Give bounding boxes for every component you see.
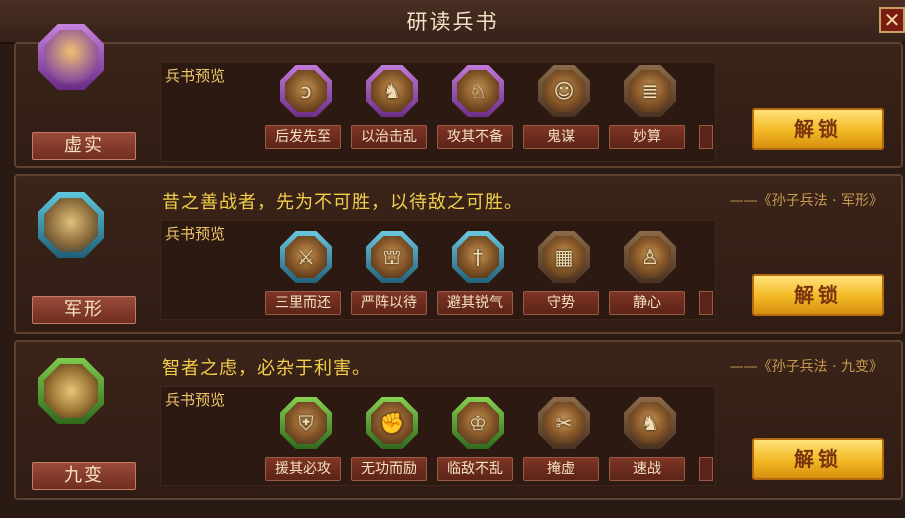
preview-label: 兵书预览 [165, 225, 226, 243]
book-panel-jiubian: 九变 智者之虑，必杂于利害。 ——《孙子兵法 · 九变》 兵书预览 ⛨ 援其必攻… [14, 340, 903, 500]
sword-icon: † [452, 231, 504, 283]
close-button[interactable]: ✕ [879, 7, 905, 33]
skill-preview-area: 兵书预览 ↄ 后发先至 ♞ 以治击乱 ♘ 攻其不备 ☺ 鬼谋 ≣ 妙算 [160, 62, 716, 162]
skill-card[interactable]: ↄ 后发先至 [265, 63, 347, 155]
skill-name: 后发先至 [265, 125, 341, 149]
skill-card[interactable]: ▦ 守势 [523, 229, 605, 321]
book-name: 九变 [32, 462, 136, 490]
skill-card[interactable]: ♔ 临敌不乱 [437, 395, 519, 487]
skill-name: 速战 [609, 457, 685, 481]
fortress-icon: ▦ [538, 231, 590, 283]
strategist-icon: ☺ [538, 65, 590, 117]
skill-name: 妙算 [609, 125, 685, 149]
skill-name: 三里而还 [265, 291, 341, 315]
book-name: 军形 [32, 296, 136, 324]
more-skills-tab[interactable] [699, 457, 713, 481]
spear-icon: ⚔ [280, 231, 332, 283]
skill-preview-area: 兵书预览 ⛨ 援其必攻 ✊ 无功而励 ♔ 临敌不乱 ✂ 掩虚 ♞ 速战 [160, 386, 716, 486]
quote-source: ——《孙子兵法 · 九变》 [729, 359, 883, 375]
skill-card[interactable]: ♙ 静心 [609, 229, 691, 321]
book-quote: 智者之虑，必杂于利害。 [162, 358, 371, 379]
skill-card[interactable]: ⚔ 三里而还 [265, 229, 347, 321]
skill-name: 攻其不备 [437, 125, 513, 149]
preview-label: 兵书预览 [165, 67, 226, 85]
skill-name: 静心 [609, 291, 685, 315]
quote-source: ——《孙子兵法 · 军形》 [729, 193, 883, 209]
skill-name: 掩虚 [523, 457, 599, 481]
skill-card[interactable]: ☺ 鬼谋 [523, 63, 605, 155]
skill-name: 援其必攻 [265, 457, 341, 481]
charge-icon: ♞ [624, 397, 676, 449]
burst-emblem-icon[interactable] [38, 24, 104, 90]
skill-card[interactable]: ≣ 妙算 [609, 63, 691, 155]
scroll-icon: ≣ [624, 65, 676, 117]
more-skills-tab[interactable] [699, 291, 713, 315]
swirl-icon: ↄ [280, 65, 332, 117]
skill-card[interactable]: ⛫ 严阵以待 [351, 229, 433, 321]
skill-name: 无功而励 [351, 457, 427, 481]
book-name: 虚实 [32, 132, 136, 160]
preview-label: 兵书预览 [165, 391, 226, 409]
unlock-button[interactable]: 解锁 [752, 274, 884, 316]
skill-name: 守势 [523, 291, 599, 315]
skill-card[interactable]: ♘ 攻其不备 [437, 63, 519, 155]
book-panel-xushi: 虚实 兵书预览 ↄ 后发先至 ♞ 以治击乱 ♘ 攻其不备 ☺ 鬼谋 ≣ 妙算 解… [14, 24, 903, 168]
skill-name: 以治击乱 [351, 125, 427, 149]
skill-name: 鬼谋 [523, 125, 599, 149]
skill-card[interactable]: † 避其锐气 [437, 229, 519, 321]
skill-name: 临敌不乱 [437, 457, 513, 481]
book-panel-junxing: 军形 昔之善战者，先为不可胜，以待敌之可胜。 ——《孙子兵法 · 军形》 兵书预… [14, 174, 903, 334]
unlock-button[interactable]: 解锁 [752, 108, 884, 150]
yin-yang-emblem-icon[interactable] [38, 358, 104, 424]
book-quote: 昔之善战者，先为不可胜，以待敌之可胜。 [162, 192, 523, 213]
raised-fist-icon: ✊ [366, 397, 418, 449]
warrior-icon: ♞ [366, 65, 418, 117]
beast-icon: ♘ [452, 65, 504, 117]
skill-preview-area: 兵书预览 ⚔ 三里而还 ⛫ 严阵以待 † 避其锐气 ▦ 守势 ♙ 静心 [160, 220, 716, 320]
window-title: 研读兵书 [406, 10, 499, 34]
skill-card[interactable]: ✊ 无功而励 [351, 395, 433, 487]
skill-name: 严阵以待 [351, 291, 427, 315]
blades-icon: ✂ [538, 397, 590, 449]
meditation-icon: ♙ [624, 231, 676, 283]
shield-arrow-emblem-icon[interactable] [38, 192, 104, 258]
formation-icon: ⛫ [366, 231, 418, 283]
title-bar: 研读兵书 ✕ [0, 0, 905, 44]
armor-icon: ⛨ [280, 397, 332, 449]
skill-card[interactable]: ♞ 以治击乱 [351, 63, 433, 155]
more-skills-tab[interactable] [699, 125, 713, 149]
general-icon: ♔ [452, 397, 504, 449]
unlock-button[interactable]: 解锁 [752, 438, 884, 480]
skill-card[interactable]: ✂ 掩虚 [523, 395, 605, 487]
skill-card[interactable]: ⛨ 援其必攻 [265, 395, 347, 487]
skill-name: 避其锐气 [437, 291, 513, 315]
skill-card[interactable]: ♞ 速战 [609, 395, 691, 487]
